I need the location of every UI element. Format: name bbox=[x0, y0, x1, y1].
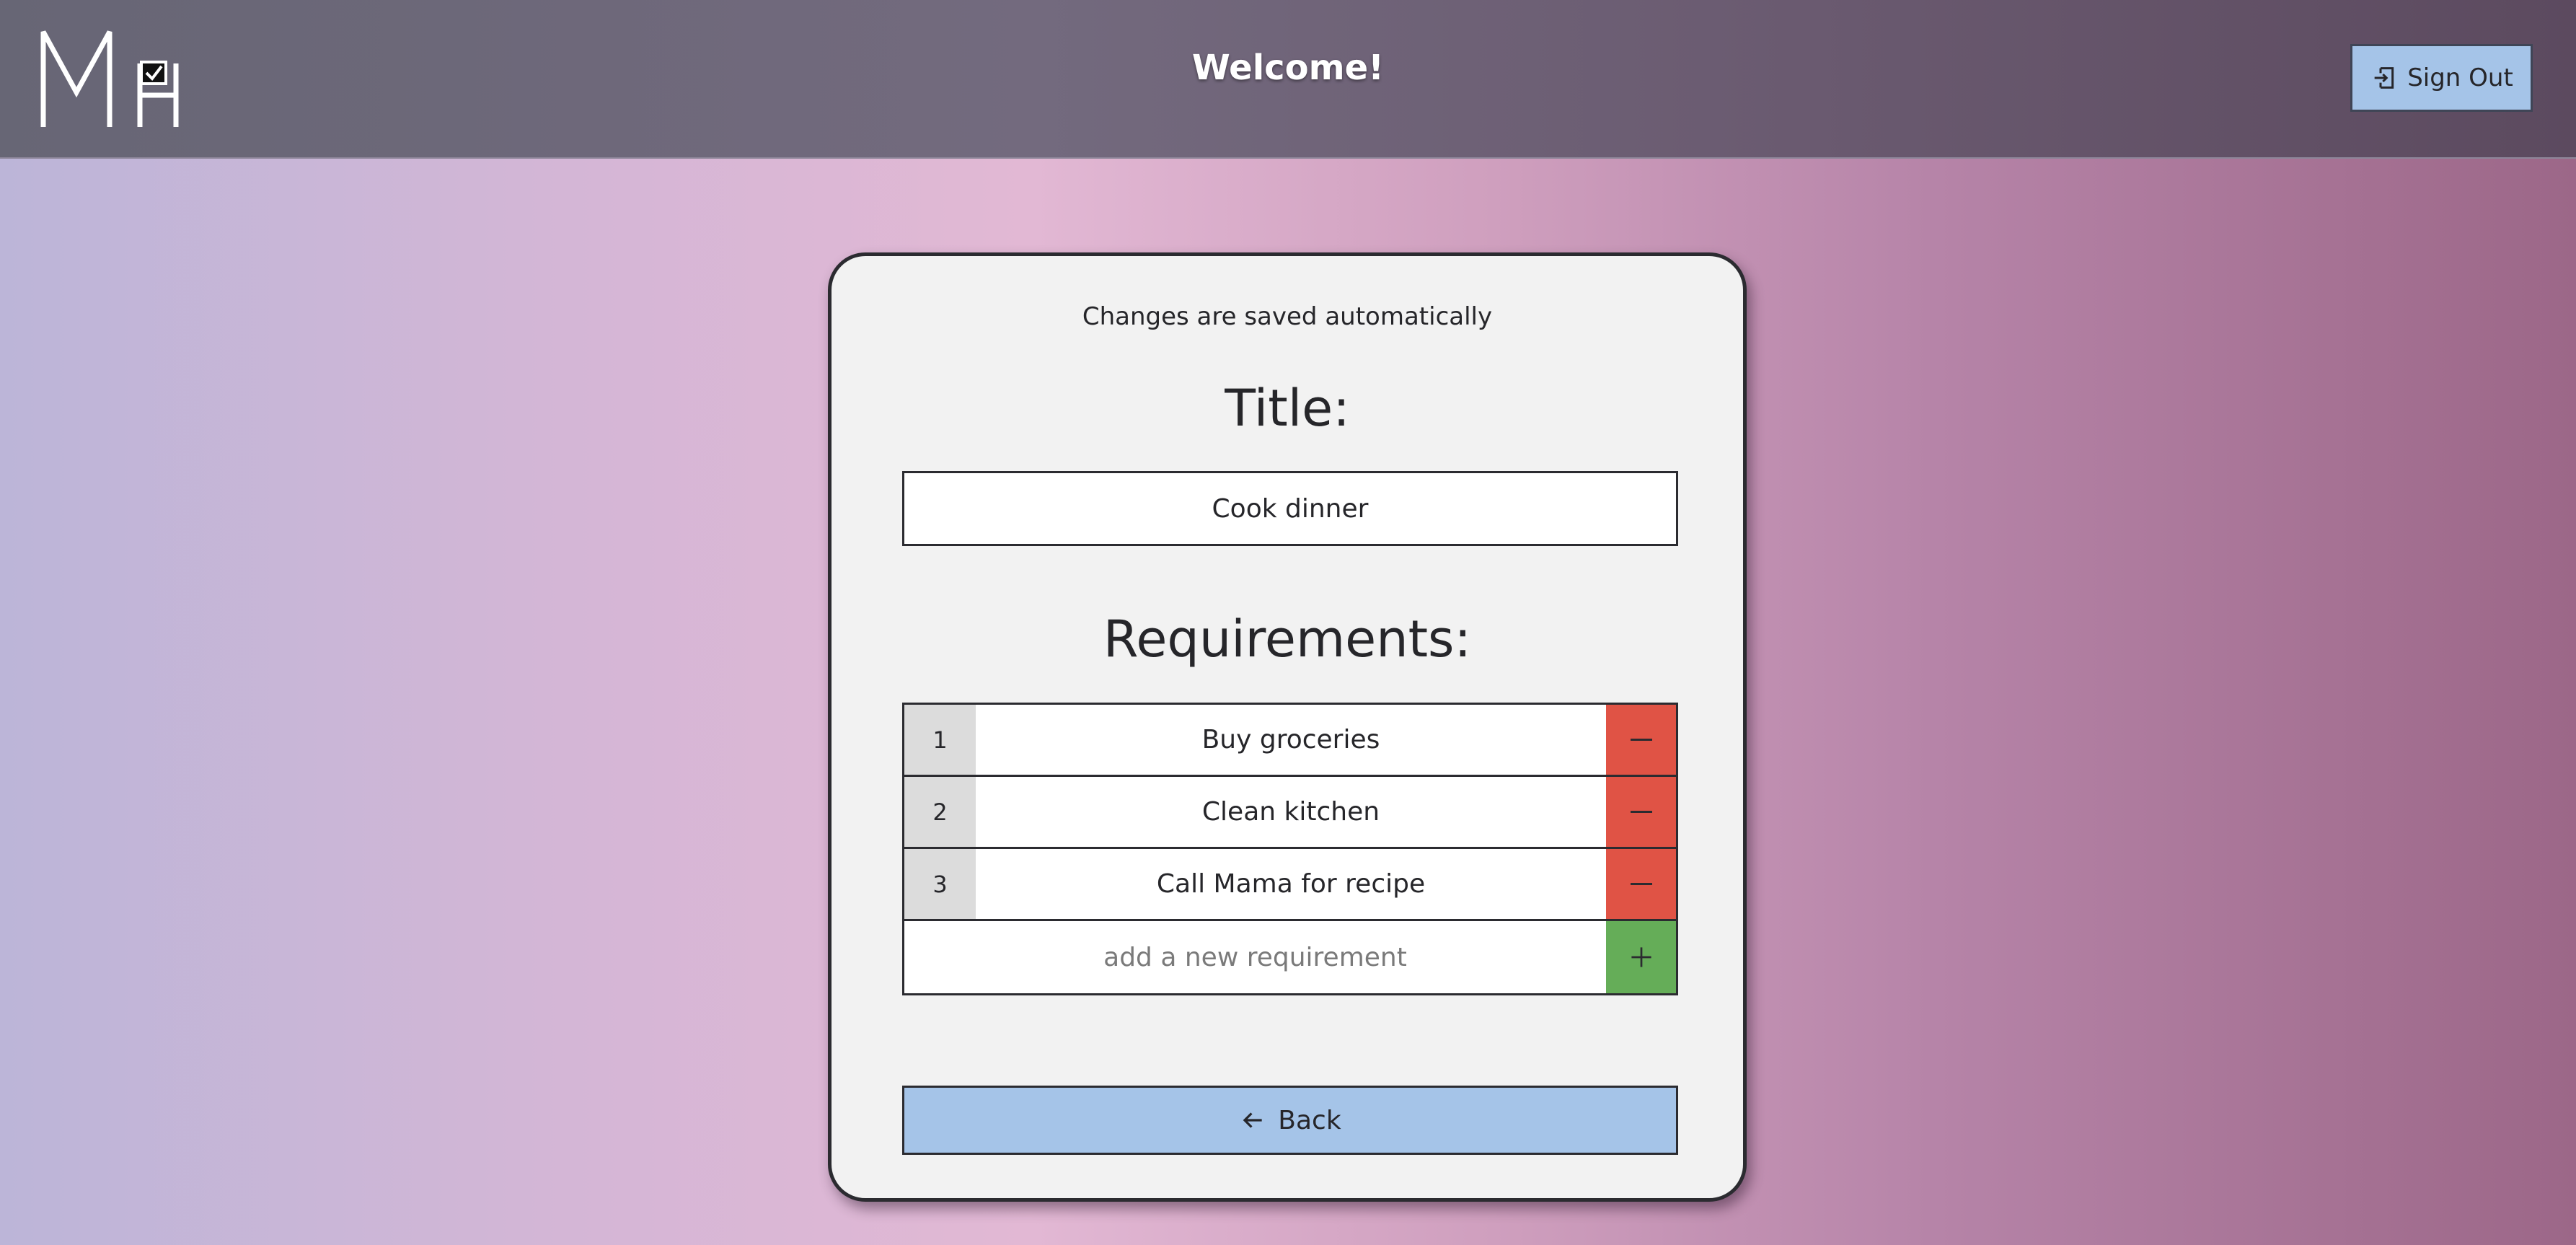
requirement-row: 2 Clean kitchen bbox=[904, 777, 1676, 849]
requirement-row: 3 Call Mama for recipe bbox=[904, 849, 1676, 921]
requirements-list: 1 Buy groceries 2 Clean kitchen 3 Call M… bbox=[902, 703, 1678, 995]
requirement-field[interactable]: Clean kitchen bbox=[976, 777, 1606, 847]
minus-icon bbox=[1630, 811, 1652, 813]
remove-requirement-button[interactable] bbox=[1606, 777, 1676, 847]
plus-icon bbox=[1631, 947, 1651, 967]
top-bar: Welcome! Sign Out bbox=[0, 0, 2576, 159]
requirement-number: 3 bbox=[904, 849, 976, 919]
back-label: Back bbox=[1278, 1105, 1341, 1135]
page-title: Welcome! bbox=[1191, 48, 1385, 88]
new-requirement-input[interactable]: add a new requirement bbox=[904, 921, 1606, 993]
sign-out-button[interactable]: Sign Out bbox=[2350, 44, 2533, 112]
arrow-left-icon bbox=[1243, 1112, 1262, 1128]
requirement-number: 2 bbox=[904, 777, 976, 847]
title-heading: Title: bbox=[1225, 379, 1350, 438]
requirement-field[interactable]: Buy groceries bbox=[976, 705, 1606, 775]
minus-icon bbox=[1630, 883, 1652, 885]
remove-requirement-button[interactable] bbox=[1606, 849, 1676, 919]
requirements-heading: Requirements: bbox=[1103, 610, 1472, 669]
requirement-number: 1 bbox=[904, 705, 976, 775]
minus-icon bbox=[1630, 739, 1652, 741]
task-editor-card: Changes are saved automatically Title: C… bbox=[828, 252, 1747, 1202]
add-requirement-button[interactable] bbox=[1606, 921, 1676, 993]
requirement-field[interactable]: Call Mama for recipe bbox=[976, 849, 1606, 919]
sign-out-icon bbox=[2374, 67, 2394, 89]
remove-requirement-button[interactable] bbox=[1606, 705, 1676, 775]
autosave-note: Changes are saved automatically bbox=[1082, 302, 1493, 331]
back-button[interactable]: Back bbox=[902, 1086, 1678, 1155]
title-field[interactable]: Cook dinner bbox=[902, 471, 1678, 546]
sign-out-label: Sign Out bbox=[2407, 63, 2513, 92]
requirement-row: 1 Buy groceries bbox=[904, 705, 1676, 777]
new-requirement-row: add a new requirement bbox=[904, 921, 1676, 993]
